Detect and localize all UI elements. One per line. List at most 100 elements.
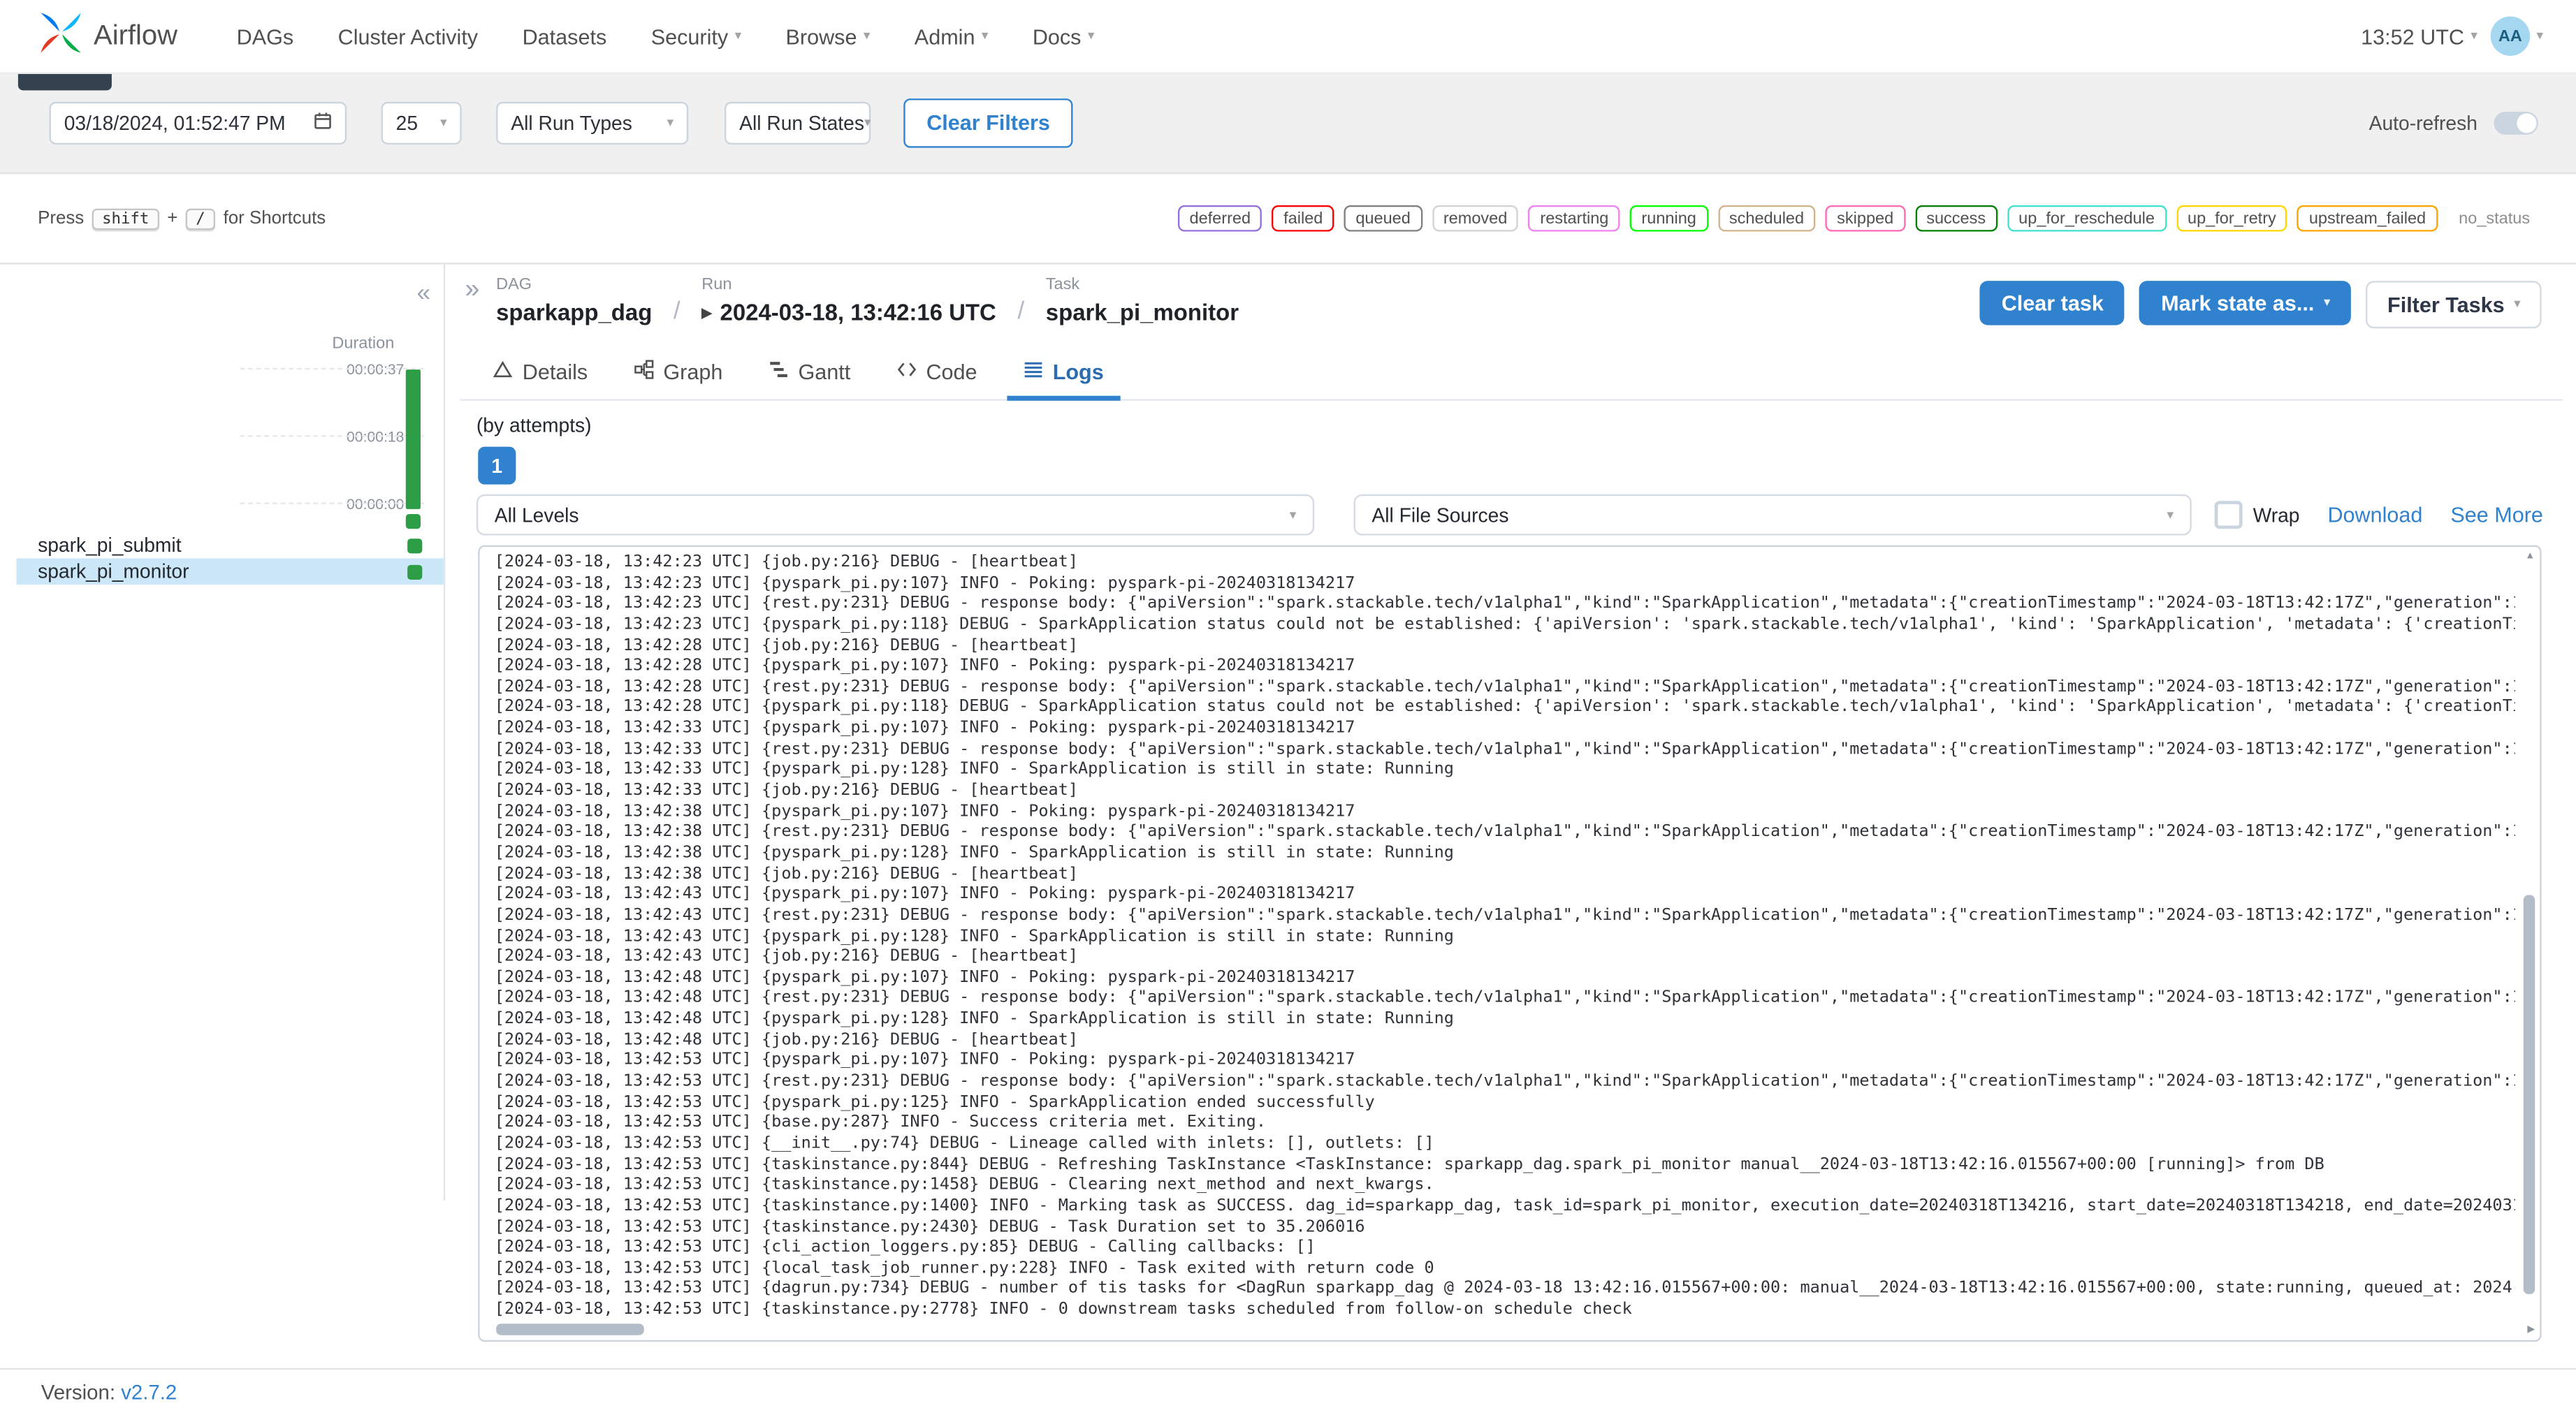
- log-level-select[interactable]: All Levels ▾: [476, 494, 1315, 536]
- brand-label: Airflow: [94, 20, 177, 51]
- nav-item-cluster-activity[interactable]: Cluster Activity: [338, 24, 478, 48]
- log-line: [2024-03-18, 13:42:38 UTC] {pyspark_pi.p…: [494, 802, 1355, 821]
- run-types-select[interactable]: All Run Types ▾: [496, 101, 689, 144]
- tab-label: Code: [926, 359, 977, 385]
- log-line: [2024-03-18, 13:42:53 UTC] {taskinstance…: [494, 1217, 1365, 1236]
- auto-refresh-group: Auto-refresh: [2369, 110, 2538, 134]
- nav-item-docs[interactable]: Docs ▾: [1033, 24, 1095, 48]
- run-duration-bar[interactable]: [405, 369, 421, 509]
- task-actions: Clear task Mark state as... ▾ Filter Task…: [1980, 281, 2542, 329]
- log-line: [2024-03-18, 13:42:53 UTC] {__init__.py:…: [494, 1134, 1434, 1153]
- date-filter-input[interactable]: 03/18/2024, 01:52:47 PM: [49, 101, 347, 144]
- tab-details[interactable]: Details: [476, 350, 604, 401]
- status-badge-success[interactable]: success: [1914, 205, 1998, 232]
- status-badge-no-status[interactable]: no_status: [2447, 205, 2542, 232]
- avatar[interactable]: AA: [2490, 16, 2531, 56]
- log-line: [2024-03-18, 13:42:53 UTC] {base.py:287}…: [494, 1113, 1267, 1132]
- scrollbar-thumb[interactable]: [2523, 895, 2535, 1294]
- status-badge-up-for-retry[interactable]: up_for_retry: [2176, 205, 2288, 232]
- code-icon: [896, 360, 916, 384]
- nav-item-datasets[interactable]: Datasets: [523, 24, 607, 48]
- log-line: [2024-03-18, 13:42:43 UTC] {pyspark_pi.p…: [494, 927, 1454, 946]
- tab-graph[interactable]: Graph: [618, 350, 739, 401]
- log-line: [2024-03-18, 13:42:53 UTC] {dagrun.py:73…: [494, 1280, 2515, 1298]
- log-line: [2024-03-18, 13:42:48 UTC] {pyspark_pi.p…: [494, 1010, 1454, 1029]
- brand-link[interactable]: Airflow: [39, 10, 177, 61]
- cutoff-button[interactable]: [17, 72, 112, 91]
- tab-logs[interactable]: Logs: [1006, 350, 1121, 401]
- page-size-select[interactable]: 25 ▾: [381, 101, 462, 144]
- chevron-down-icon: ▾: [2471, 27, 2477, 43]
- wrap-label: Wrap: [2253, 503, 2300, 527]
- kbd-shift: shift: [92, 207, 159, 230]
- wrap-checkbox[interactable]: [2215, 501, 2243, 529]
- log-line: [2024-03-18, 13:42:28 UTC] {pyspark_pi.p…: [494, 657, 1355, 675]
- scroll-right-icon[interactable]: ▶: [2527, 1326, 2535, 1335]
- nav-item-admin[interactable]: Admin ▾: [915, 24, 989, 48]
- tab-code[interactable]: Code: [880, 350, 994, 401]
- status-badge-upstream-failed[interactable]: upstream_failed: [2297, 205, 2438, 232]
- utc-clock-dropdown[interactable]: 13:52 UTC ▾: [2361, 24, 2477, 48]
- status-badge-removed[interactable]: removed: [1432, 205, 1519, 232]
- status-badge-up-for-reschedule[interactable]: up_for_reschedule: [2007, 205, 2167, 232]
- horizontal-scrollbar[interactable]: [483, 1322, 2517, 1337]
- task-name: spark_pi_submit: [38, 534, 182, 557]
- expand-panel-icon[interactable]: »: [465, 277, 479, 304]
- nav-item-browse[interactable]: Browse ▾: [786, 24, 871, 48]
- graph-icon: [634, 360, 653, 384]
- scrollbar-thumb[interactable]: [496, 1324, 644, 1335]
- mark-state-button[interactable]: Mark state as... ▾: [2139, 281, 2352, 325]
- state-legend: deferred failed queued removed restartin…: [1178, 205, 2542, 232]
- nav-item-dags[interactable]: DAGs: [237, 24, 294, 48]
- log-output: [2024-03-18, 13:42:23 UTC] {job.py:216} …: [478, 545, 2542, 1342]
- tab-label: Graph: [663, 359, 723, 385]
- airflow-logo-icon: [39, 10, 82, 61]
- tab-label: Logs: [1052, 359, 1104, 385]
- run-states-select[interactable]: All Run States ▾: [724, 101, 871, 144]
- breadcrumb-task: Task spark_pi_monitor: [1046, 276, 1239, 325]
- chevron-down-icon: ▾: [667, 114, 674, 129]
- download-link[interactable]: Download: [2327, 503, 2422, 527]
- breadcrumb-task-value: spark_pi_monitor: [1045, 298, 1239, 325]
- log-line: [2024-03-18, 13:42:53 UTC] {taskinstance…: [494, 1176, 1434, 1194]
- shortcuts-suffix: for Shortcuts: [223, 208, 326, 228]
- see-more-link[interactable]: See More: [2450, 503, 2543, 527]
- status-badge-scheduled[interactable]: scheduled: [1717, 205, 1816, 232]
- status-badge-queued[interactable]: queued: [1344, 205, 1422, 232]
- log-line: [2024-03-18, 13:42:43 UTC] {pyspark_pi.p…: [494, 885, 1355, 904]
- status-badge-restarting[interactable]: restarting: [1528, 205, 1620, 232]
- status-badge-deferred[interactable]: deferred: [1178, 205, 1262, 232]
- tab-gantt[interactable]: Gantt: [752, 350, 867, 401]
- log-line: [2024-03-18, 13:42:23 UTC] {rest.py:231}…: [494, 594, 2515, 613]
- task-status-square[interactable]: [407, 564, 423, 579]
- log-line: [2024-03-18, 13:42:48 UTC] {job.py:216} …: [494, 1031, 1079, 1049]
- status-badge-skipped[interactable]: skipped: [1825, 205, 1905, 232]
- version-link[interactable]: v2.7.2: [121, 1381, 177, 1405]
- task-status-square[interactable]: [407, 538, 423, 553]
- task-row-spark-pi-submit[interactable]: spark_pi_submit: [17, 532, 444, 559]
- file-source-select[interactable]: All File Sources ▾: [1353, 494, 2192, 536]
- attempt-1-button[interactable]: 1: [478, 446, 516, 485]
- auto-refresh-toggle[interactable]: [2494, 110, 2538, 134]
- breadcrumb-dag: DAG sparkapp_dag: [496, 276, 652, 325]
- dag-run-status-square[interactable]: [405, 513, 421, 529]
- play-icon: ▶: [701, 305, 712, 320]
- clear-task-button[interactable]: Clear task: [1980, 281, 2125, 325]
- filter-tasks-button[interactable]: Filter Tasks ▾: [2366, 281, 2542, 329]
- collapse-grid-icon[interactable]: «: [416, 281, 430, 305]
- file-source-value: All File Sources: [1371, 503, 1509, 527]
- vertical-scrollbar[interactable]: [2522, 550, 2536, 1317]
- log-line: [2024-03-18, 13:42:53 UTC] {pyspark_pi.p…: [494, 1051, 1355, 1070]
- status-badge-running[interactable]: running: [1629, 205, 1708, 232]
- user-menu[interactable]: AA ▾: [2490, 16, 2543, 56]
- task-row-spark-pi-monitor[interactable]: spark_pi_monitor: [16, 558, 444, 585]
- status-badge-failed[interactable]: failed: [1272, 205, 1334, 232]
- nav-item-security[interactable]: Security ▾: [651, 24, 741, 48]
- airflow-app: Airflow DAGs Cluster Activity Datasets S…: [0, 0, 2576, 1422]
- clear-filters-button[interactable]: Clear Filters: [903, 97, 1073, 147]
- log-line: [2024-03-18, 13:42:43 UTC] {rest.py:231}…: [494, 906, 2515, 925]
- navbar-right: 13:52 UTC ▾ AA ▾: [2361, 16, 2543, 56]
- chevron-down-icon: ▾: [734, 27, 742, 43]
- duration-axis-label: Duration: [332, 335, 395, 353]
- main-nav: DAGs Cluster Activity Datasets Security ▾…: [237, 24, 1095, 48]
